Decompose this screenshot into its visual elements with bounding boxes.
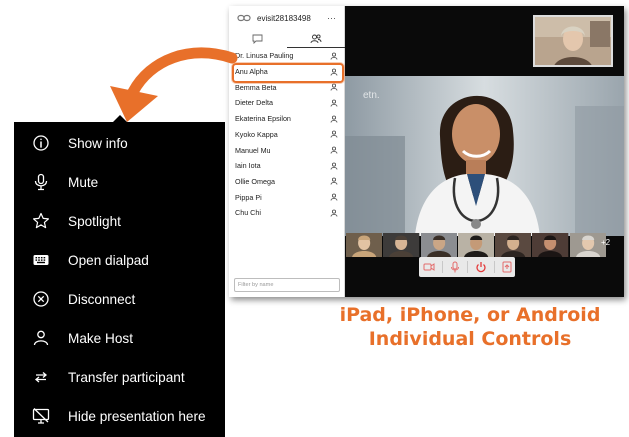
caption: iPad, iPhone, or Android Individual Cont… <box>320 303 620 351</box>
menu-item-disconnect[interactable]: Disconnect <box>14 280 225 319</box>
sidebar-header: evisit28183498 ⋯ <box>229 6 345 30</box>
participant-icon[interactable] <box>330 52 338 60</box>
participant-thumbnail[interactable] <box>383 233 420 257</box>
caption-line-2: Individual Controls <box>368 328 572 350</box>
video-call-window: evisit28183498 ⋯ Dr. Linusa Pauling Anu A… <box>229 6 624 297</box>
microphone-icon[interactable] <box>450 261 460 273</box>
divider <box>493 261 495 273</box>
participant-name: Ekaterina Epsilon <box>235 114 291 124</box>
doctor-video-image: etn. <box>345 76 624 236</box>
participant-thumbnail[interactable] <box>532 233 569 257</box>
menu-item-hide-presentation[interactable]: Hide presentation here <box>14 397 225 436</box>
stage: evisit28183498 ⋯ Dr. Linusa Pauling Anu A… <box>0 0 629 437</box>
participant-icon[interactable] <box>330 209 338 217</box>
menu-item-label: Open dialpad <box>68 253 149 268</box>
menu-item-label: Disconnect <box>68 292 136 307</box>
dialpad-icon <box>33 255 49 265</box>
divider <box>441 261 443 273</box>
participant-name: Dieter Delta <box>235 98 273 108</box>
participant-row[interactable]: Iain Iota <box>229 158 345 174</box>
menu-item-open-dialpad[interactable]: Open dialpad <box>14 241 225 280</box>
selected-participant-highlight <box>232 63 344 83</box>
caption-line-1: iPad, iPhone, or Android <box>339 304 601 326</box>
room-id: evisit28183498 <box>257 13 311 23</box>
participant-thumbnail[interactable] <box>346 233 383 257</box>
participant-row[interactable]: Ekaterina Epsilon <box>229 111 345 127</box>
more-options-icon[interactable]: ⋯ <box>327 13 345 24</box>
microphone-icon <box>34 173 48 191</box>
hide-presentation-icon <box>32 408 50 424</box>
participant-thumbnail[interactable] <box>457 233 495 257</box>
main-video-feed[interactable]: etn. <box>345 76 624 236</box>
participant-row[interactable]: Dr. Linusa Pauling <box>229 48 345 64</box>
participant-row[interactable]: Ollie Omega <box>229 174 345 190</box>
self-view-image <box>535 17 611 65</box>
participant-icon[interactable] <box>330 193 338 201</box>
participant-name: Ollie Omega <box>235 176 275 186</box>
participants-sidebar: evisit28183498 ⋯ Dr. Linusa Pauling Anu A… <box>229 6 345 297</box>
more-participants-count[interactable]: +2 <box>601 238 610 247</box>
menu-item-spotlight[interactable]: Spotlight <box>14 202 225 241</box>
participant-name: Chu Chi <box>235 208 261 218</box>
camera-icon[interactable] <box>423 262 435 272</box>
share-icon[interactable] <box>502 261 512 273</box>
disconnect-icon <box>33 291 49 307</box>
info-icon <box>33 135 49 151</box>
participant-icon[interactable] <box>330 99 338 107</box>
participant-icon[interactable] <box>330 83 338 91</box>
participant-icon[interactable] <box>330 115 338 123</box>
person-icon <box>33 330 49 346</box>
call-controls-bar <box>419 257 515 277</box>
participant-row[interactable]: Kyoko Kappa <box>229 127 345 143</box>
star-icon <box>33 212 49 229</box>
participant-row[interactable]: Pippa Pi <box>229 189 345 205</box>
menu-item-show-info[interactable]: Show info <box>14 124 225 163</box>
participant-context-menu: Show info Mute Spotlight Open dialpad Di… <box>14 122 225 437</box>
self-view-thumbnail[interactable] <box>533 15 613 67</box>
link-icon[interactable] <box>237 13 251 23</box>
participant-name: Pippa Pi <box>235 192 262 202</box>
chat-tab-icon[interactable] <box>252 34 263 44</box>
transfer-icon <box>34 372 48 383</box>
participant-thumbnail-strip <box>346 233 606 257</box>
menu-item-label: Hide presentation here <box>68 409 206 424</box>
participant-name: Kyoko Kappa <box>235 129 278 139</box>
menu-item-make-host[interactable]: Make Host <box>14 319 225 358</box>
menu-item-label: Spotlight <box>68 214 121 229</box>
sidebar-tabs <box>229 30 345 48</box>
menu-item-label: Show info <box>68 136 128 151</box>
watermark-text: etn. <box>363 90 380 101</box>
participant-name: Bemma Beta <box>235 82 277 92</box>
participant-name: Iain Iota <box>235 161 261 171</box>
participant-icon[interactable] <box>330 162 338 170</box>
participant-row[interactable]: Dieter Delta <box>229 95 345 111</box>
menu-item-label: Make Host <box>68 331 133 346</box>
participant-thumbnail[interactable] <box>420 233 457 257</box>
participant-icon[interactable] <box>330 146 338 154</box>
menu-item-label: Mute <box>68 175 99 190</box>
participant-icon[interactable] <box>330 177 338 186</box>
participant-icon[interactable] <box>330 130 338 138</box>
menu-item-transfer-participant[interactable]: Transfer participant <box>14 358 225 397</box>
participant-thumbnail[interactable] <box>495 233 532 257</box>
menu-item-label: Transfer participant <box>68 370 185 385</box>
participants-tab-icon[interactable] <box>310 34 322 44</box>
participant-name: Dr. Linusa Pauling <box>235 51 294 61</box>
participant-row[interactable]: Chu Chi <box>229 205 345 221</box>
power-icon[interactable] <box>475 261 487 273</box>
menu-item-mute[interactable]: Mute <box>14 163 225 202</box>
participant-name: Manuel Mu <box>235 145 271 155</box>
participant-row[interactable]: Manuel Mu <box>229 142 345 158</box>
filter-input[interactable]: Filter by name <box>234 278 340 292</box>
divider <box>466 261 468 273</box>
